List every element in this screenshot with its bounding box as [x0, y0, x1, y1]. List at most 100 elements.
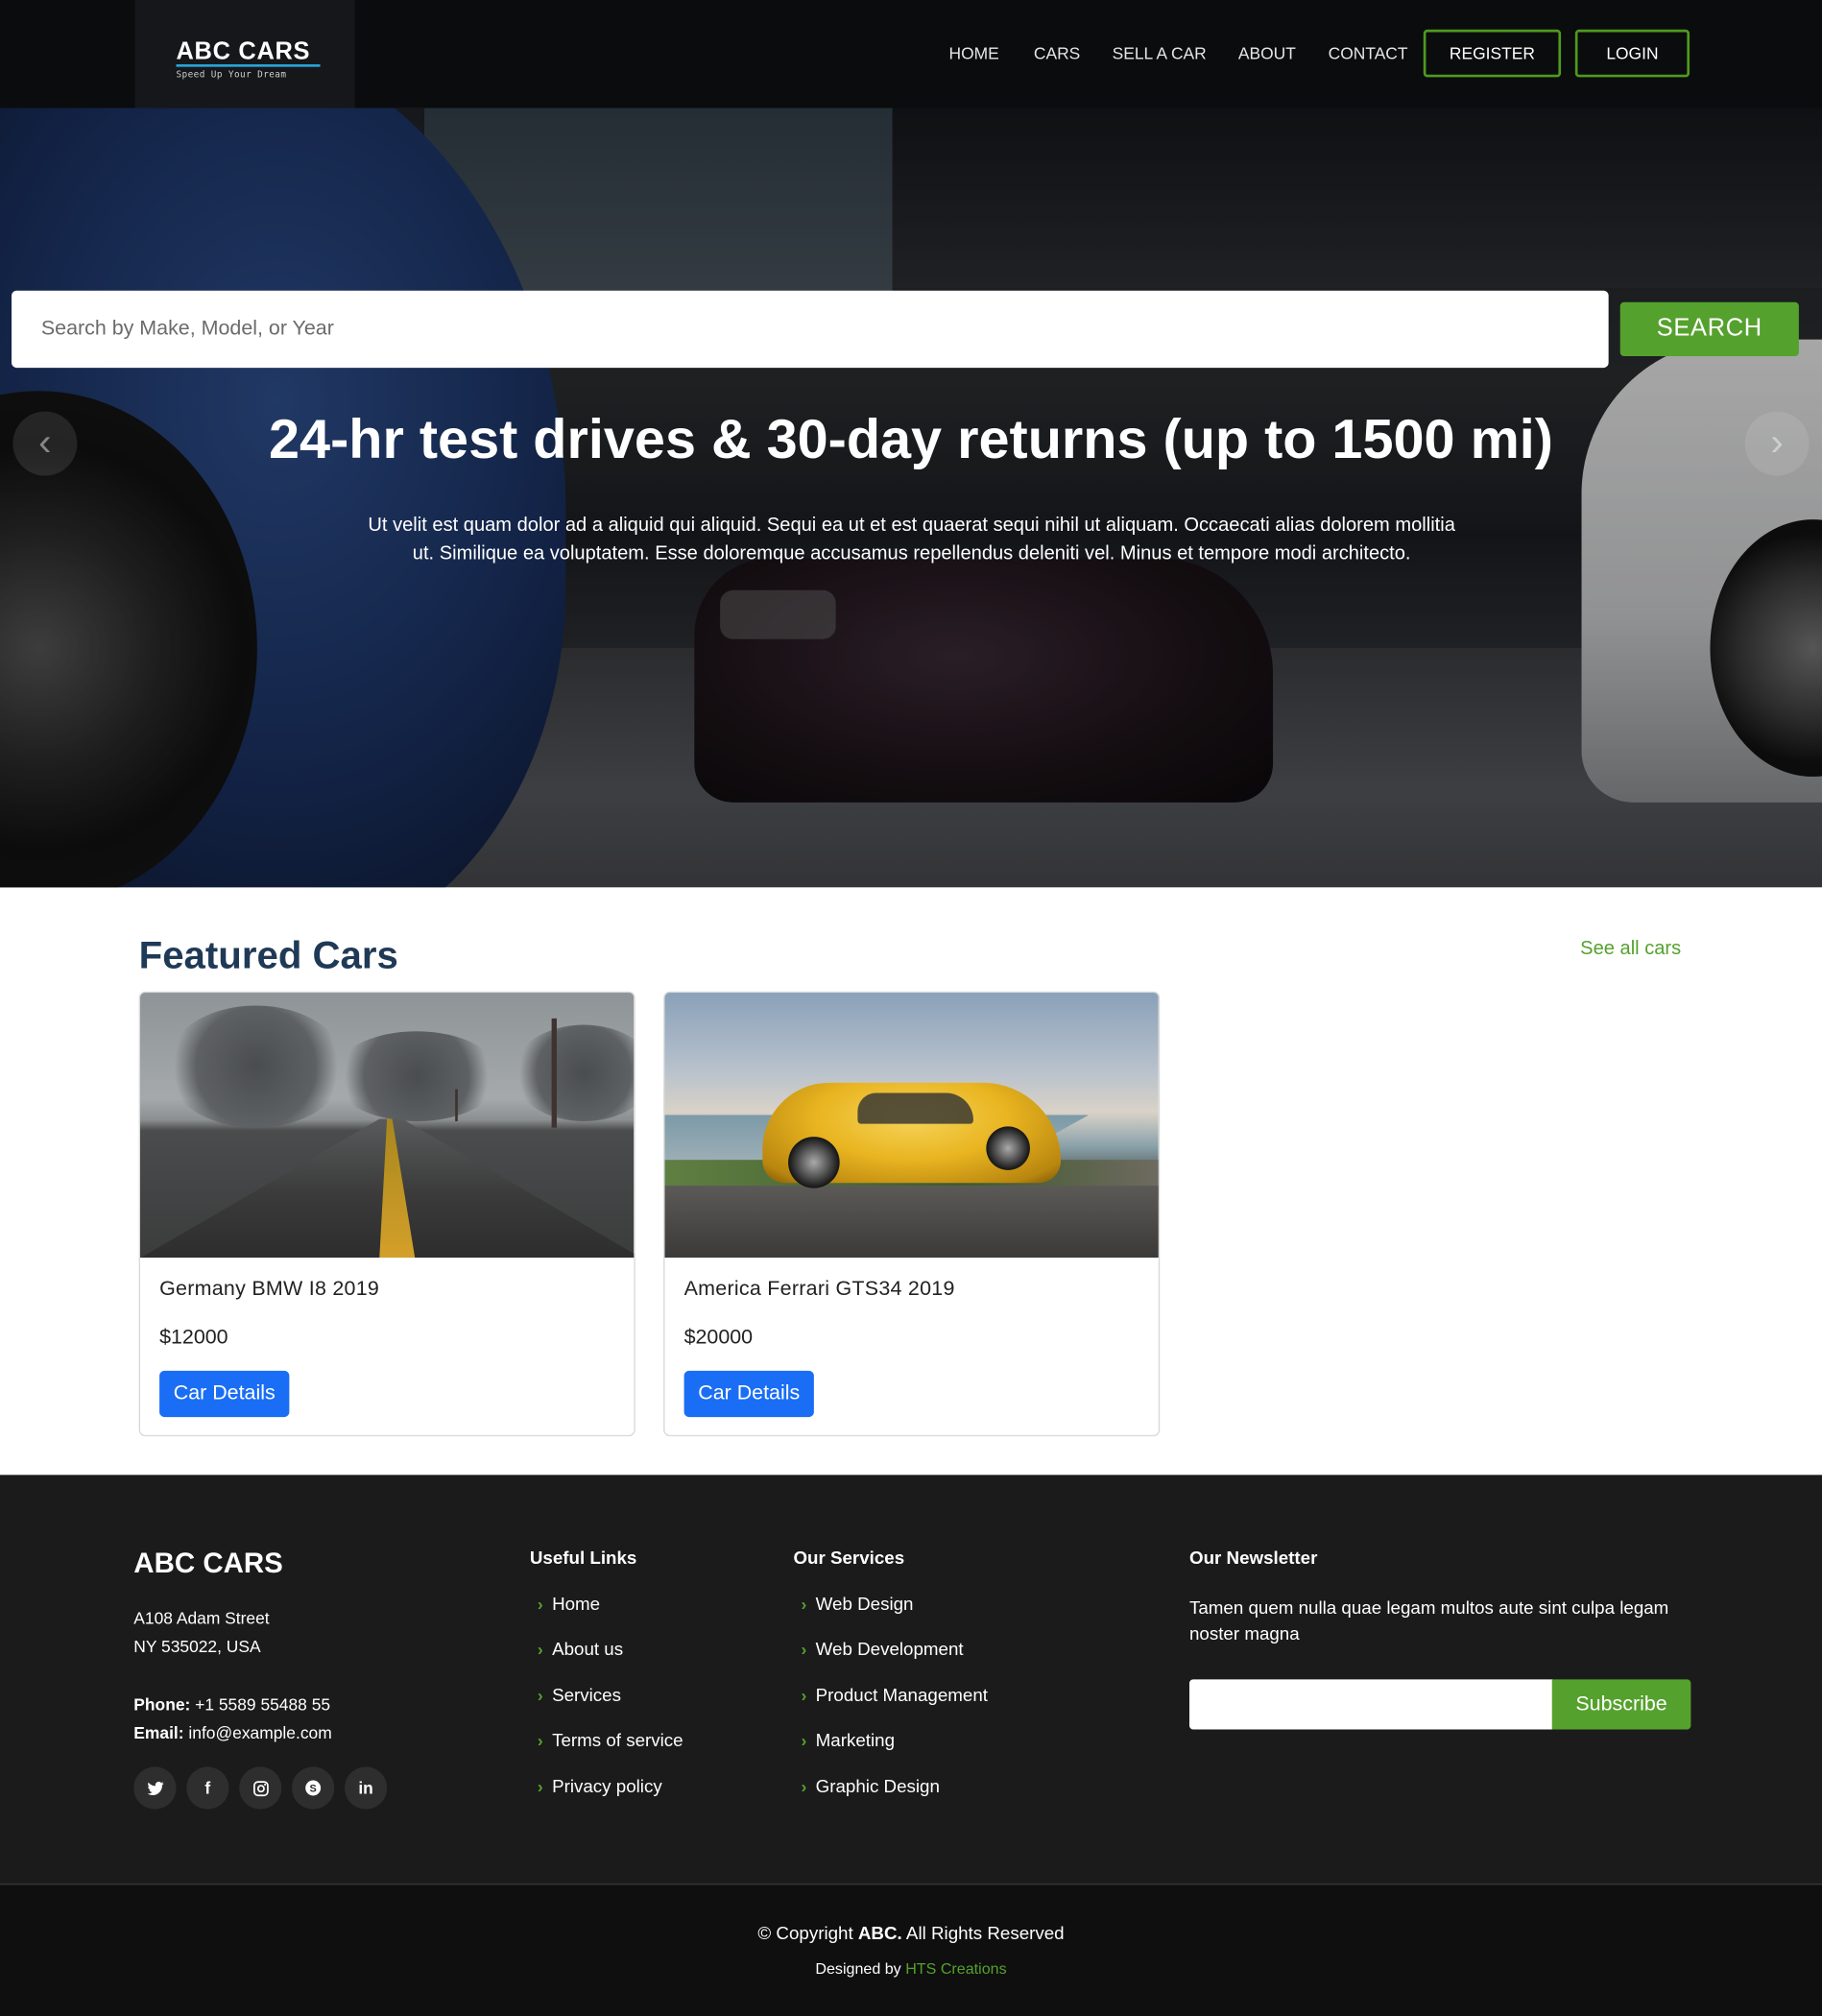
utility-pole: [551, 1018, 557, 1128]
logo-tagline: Speed Up Your Dream: [176, 69, 287, 81]
hero-banner: [0, 108, 1822, 888]
designed-by-label: Designed by: [815, 1959, 901, 1979]
footer-link-label: Privacy policy: [552, 1775, 662, 1797]
instagram-link[interactable]: [239, 1766, 282, 1810]
register-button[interactable]: REGISTER: [1423, 29, 1562, 78]
chevron-right-icon: ›: [537, 1594, 543, 1614]
twitter-icon: [146, 1781, 163, 1795]
footer-brand: ABC CARS: [133, 1547, 283, 1579]
search-bar: [12, 290, 1609, 369]
svg-text:S: S: [310, 1783, 317, 1794]
copyright-prefix: © Copyright: [757, 1922, 853, 1943]
footer-link-label: Home: [552, 1593, 601, 1615]
address-line-1: A108 Adam Street: [133, 1608, 270, 1628]
designer-link[interactable]: HTS Creations: [905, 1959, 1006, 1978]
chevron-right-icon: ›: [801, 1685, 807, 1705]
subscribe-button[interactable]: Subscribe: [1551, 1679, 1691, 1730]
nav-contact[interactable]: CONTACT: [1329, 44, 1408, 63]
designed-by: Designed by HTS Creations: [0, 1959, 1822, 1978]
service-link-graphic-design[interactable]: › Graphic Design: [801, 1776, 939, 1796]
linkedin-link[interactable]: in: [344, 1766, 388, 1810]
logo-title: ABC CARS: [176, 38, 311, 66]
see-all-cars-link[interactable]: See all cars: [1580, 937, 1681, 959]
login-button[interactable]: LOGIN: [1574, 29, 1690, 78]
service-link-label: Graphic Design: [815, 1775, 940, 1797]
chevron-right-icon: ›: [537, 1639, 543, 1659]
phone-label: Phone:: [133, 1694, 191, 1715]
newsletter-title: Our Newsletter: [1188, 1547, 1318, 1568]
nav-about[interactable]: ABOUT: [1238, 44, 1296, 63]
car-card: Germany BMW I8 2019 $12000 Car Details: [138, 991, 635, 1437]
tree: [332, 1031, 501, 1122]
car-details-button[interactable]: Car Details: [159, 1370, 290, 1418]
tree: [165, 1005, 347, 1128]
car-price: $12000: [159, 1327, 228, 1350]
useful-links-title: Useful Links: [529, 1547, 637, 1568]
hero-overlay: [0, 108, 1822, 888]
search-input[interactable]: [12, 290, 1609, 369]
service-link-marketing[interactable]: › Marketing: [801, 1730, 895, 1750]
chevron-right-icon: ›: [537, 1685, 543, 1705]
service-link-web-design[interactable]: › Web Design: [801, 1594, 913, 1614]
nav-home[interactable]: HOME: [949, 44, 999, 63]
service-link-label: Web Design: [815, 1593, 914, 1615]
logo[interactable]: ABC CARS Speed Up Your Dream: [134, 0, 355, 108]
nav-sell-a-car[interactable]: SELL A CAR: [1113, 44, 1207, 63]
copyright-brand: ABC.: [857, 1922, 902, 1943]
car-name: Germany BMW I8 2019: [159, 1278, 380, 1301]
logo-underline: [176, 63, 321, 67]
chevron-right-icon: ›: [537, 1776, 543, 1796]
yellow-ferrari-image: [664, 993, 1159, 1258]
skype-icon: S: [305, 1780, 322, 1796]
car-price: $20000: [683, 1327, 754, 1350]
ferrari-wheel: [986, 1126, 1030, 1170]
facebook-icon: f: [204, 1778, 211, 1798]
service-link-product-management[interactable]: › Product Management: [801, 1685, 987, 1705]
footer-link-home[interactable]: › Home: [538, 1594, 600, 1614]
service-link-label: Web Development: [815, 1638, 964, 1659]
service-link-web-development[interactable]: › Web Development: [801, 1638, 963, 1658]
phone-value: +1 5589 55488 55: [195, 1694, 331, 1715]
email-value[interactable]: info@example.com: [188, 1723, 331, 1742]
footer-contact: Phone: +1 5589 55488 55 Email: info@exam…: [133, 1691, 331, 1747]
facebook-link[interactable]: f: [186, 1766, 229, 1810]
services-title: Our Services: [793, 1547, 905, 1568]
newsletter-text: Tamen quem nulla quae legam multos aute …: [1188, 1596, 1669, 1644]
address-line-2: NY 535022, USA: [133, 1637, 261, 1657]
twitter-link[interactable]: [133, 1766, 177, 1810]
newsletter-email-input[interactable]: [1188, 1679, 1554, 1730]
bottom-bar: [0, 1884, 1822, 2016]
car-details-button[interactable]: Car Details: [683, 1370, 814, 1418]
chevron-right-icon: ›: [537, 1730, 543, 1750]
nav-cars[interactable]: CARS: [1034, 44, 1080, 63]
car-name: America Ferrari GTS34 2019: [683, 1278, 955, 1301]
copyright-suffix: All Rights Reserved: [905, 1922, 1065, 1943]
hero-title: 24-hr test drives & 30-day returns (up t…: [269, 408, 1553, 471]
footer-link-about[interactable]: › About us: [538, 1638, 623, 1658]
footer-address: A108 Adam Street NY 535022, USA: [133, 1605, 269, 1662]
copyright: © Copyright ABC. All Rights Reserved: [0, 1922, 1822, 1942]
ferrari-windshield: [857, 1092, 973, 1124]
search-button[interactable]: SEARCH: [1619, 301, 1799, 357]
ferrari-wheel: [788, 1137, 840, 1188]
foggy-road-image: [140, 993, 635, 1258]
service-link-label: Marketing: [815, 1729, 896, 1750]
hero-description: Ut velit est quam dolor ad a aliquid qui…: [368, 514, 1455, 565]
email-label: Email:: [133, 1722, 184, 1742]
featured-title: Featured Cars: [138, 934, 398, 977]
car-card: America Ferrari GTS34 2019 $20000 Car De…: [663, 991, 1161, 1437]
utility-pole: [455, 1089, 458, 1122]
chevron-right-icon: ›: [801, 1639, 807, 1659]
footer-link-terms[interactable]: › Terms of service: [538, 1730, 683, 1750]
skype-link[interactable]: S: [292, 1766, 335, 1810]
ferrari-road: [664, 1185, 1159, 1258]
linkedin-icon: in: [358, 1778, 373, 1798]
footer-link-services[interactable]: › Services: [538, 1685, 621, 1705]
instagram-icon: [252, 1780, 269, 1796]
footer-link-label: About us: [552, 1638, 624, 1659]
chevron-right-icon: ›: [801, 1594, 807, 1614]
footer-link-privacy[interactable]: › Privacy policy: [538, 1776, 662, 1796]
service-link-label: Product Management: [815, 1684, 988, 1706]
site-header: ABC CARS Speed Up Your Dream HOME CARS S…: [0, 0, 1822, 108]
chevron-right-icon: ›: [801, 1776, 807, 1796]
